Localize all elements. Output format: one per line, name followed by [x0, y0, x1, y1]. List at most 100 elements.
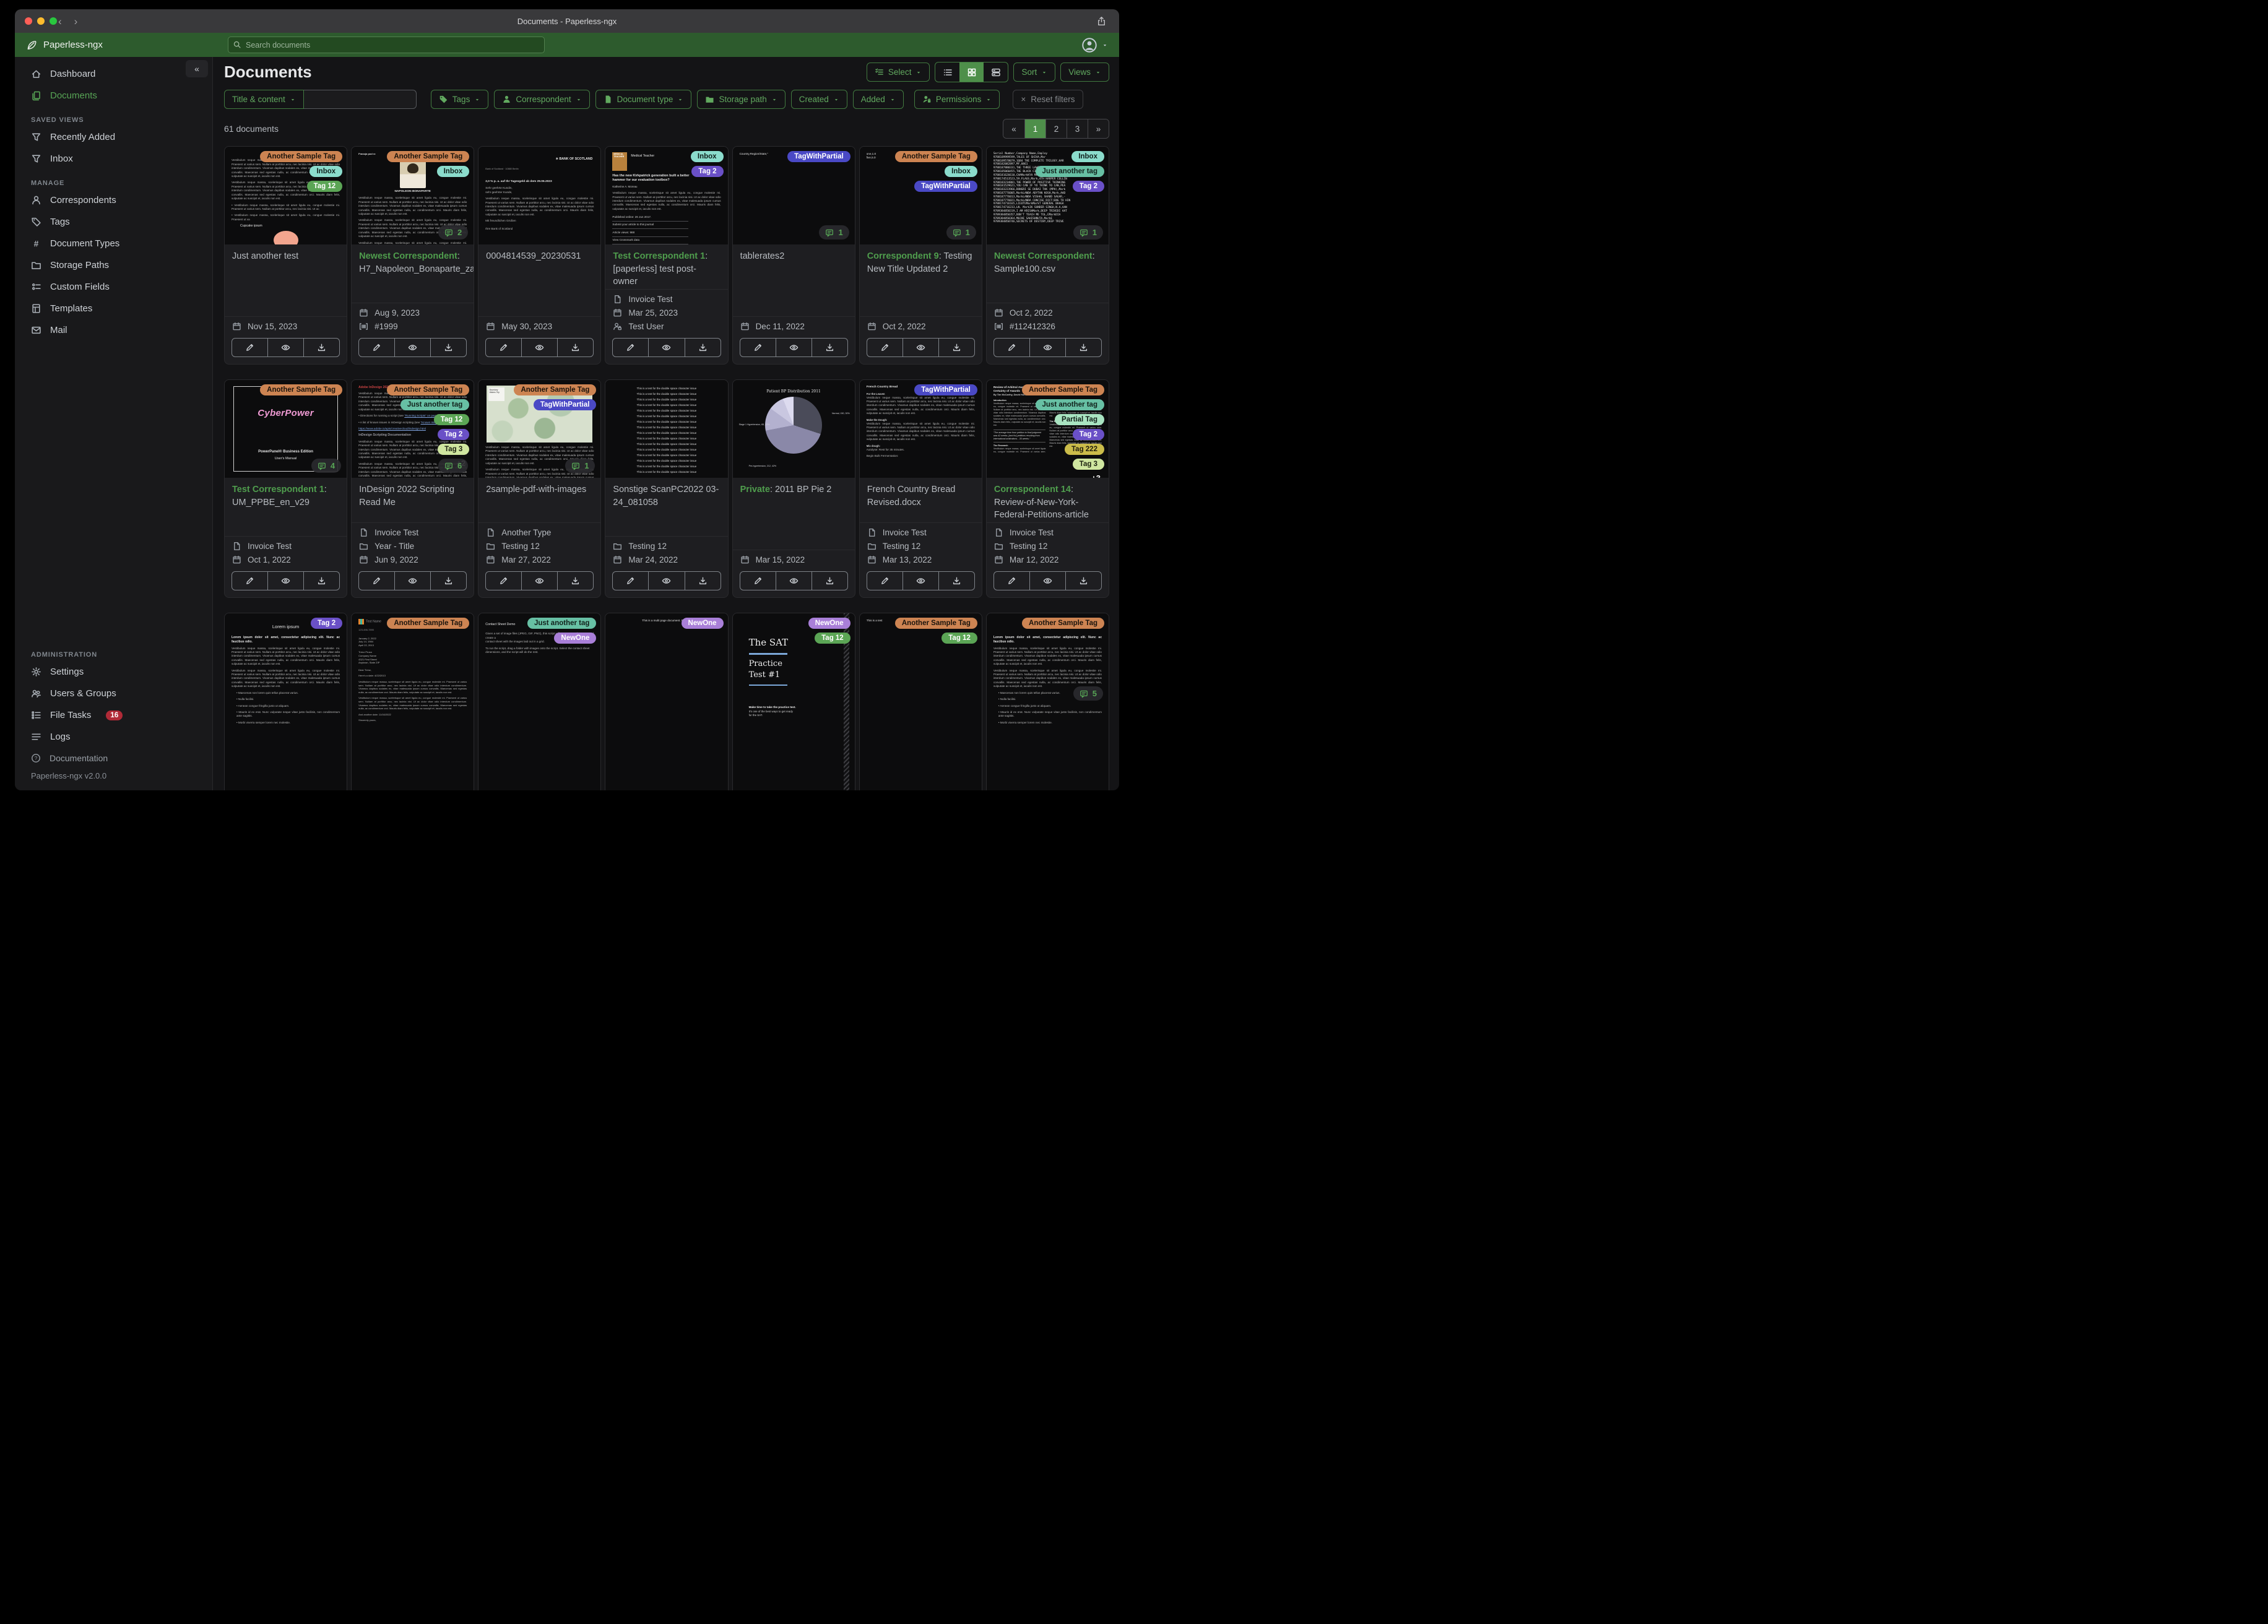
download-document-button[interactable] — [938, 571, 975, 590]
tag-badge[interactable]: Another Sample Tag — [894, 151, 977, 162]
notes-badge[interactable]: 6 — [438, 459, 469, 473]
tag-badge[interactable]: Partial Tag — [1055, 414, 1104, 425]
zoom-window-button[interactable] — [50, 17, 57, 25]
tag-badge[interactable]: Tag 3 — [1072, 459, 1104, 470]
correspondent-link[interactable]: Test Correspondent 1 — [613, 251, 705, 261]
document-card[interactable]: This is a test for the double space char… — [605, 379, 729, 598]
sidebar-item-document-types[interactable]: # Document Types — [15, 233, 212, 254]
view-list-button[interactable] — [935, 63, 959, 82]
title-content-filter-input[interactable] — [303, 90, 417, 109]
sidebar-item-storage-paths[interactable]: Storage Paths — [15, 254, 212, 276]
edit-document-button[interactable] — [485, 338, 522, 357]
document-thumbnail[interactable]: Patient BP Distribution 2011 Normal, 150,… — [732, 380, 855, 478]
document-card[interactable]: Adobe InDesign 2022Vestibulum neque mass… — [351, 379, 475, 598]
notes-badge[interactable]: 4 — [311, 459, 342, 473]
tag-badge[interactable]: NewOne — [808, 618, 850, 629]
tag-badge[interactable]: TagWithPartial — [533, 399, 597, 410]
edit-document-button[interactable] — [993, 338, 1030, 357]
document-card[interactable]: Serial Number,Company Name,Employ 9788189… — [985, 146, 1109, 365]
document-title-link[interactable]: Newest Correspondent: Sample100.csv — [987, 244, 1109, 282]
sidebar-item-templates[interactable]: Templates — [15, 298, 212, 319]
tag-badge[interactable]: Another Sample Tag — [387, 384, 470, 395]
page-button-3[interactable]: 3 — [1067, 119, 1088, 138]
sidebar-item-settings[interactable]: Settings — [15, 661, 212, 683]
document-card[interactable]: Contact Sheet Demo Given a set of image f… — [478, 613, 602, 790]
view-document-button[interactable] — [394, 338, 431, 357]
filter-added-button[interactable]: Added — [852, 90, 904, 109]
document-title-link[interactable]: Just another test — [225, 244, 347, 282]
sidebar-item-documentation[interactable]: ? Documentation — [15, 748, 212, 769]
edit-document-button[interactable] — [739, 571, 776, 590]
tag-badge[interactable]: Tag 12 — [306, 181, 343, 192]
sidebar-item-correspondents[interactable]: Correspondents — [15, 189, 212, 211]
document-card[interactable]: This is a test Another Sample Tag Tag 12 — [859, 613, 982, 790]
document-thumbnail[interactable]: This is a multi page document. Page 1. Ne… — [605, 613, 728, 790]
tag-badge[interactable]: Tag 12 — [815, 633, 850, 644]
download-document-button[interactable] — [557, 338, 594, 357]
download-document-button[interactable] — [303, 571, 340, 590]
view-document-button[interactable] — [902, 338, 939, 357]
tag-badge[interactable]: Another Sample Tag — [514, 384, 597, 395]
document-title-link[interactable]: Correspondent 14: Review-of-New-York-Fed… — [987, 478, 1109, 522]
back-button[interactable]: ‹ — [58, 16, 62, 27]
sidebar-item-logs[interactable]: Logs — [15, 726, 212, 748]
download-document-button[interactable] — [430, 571, 467, 590]
filter-storage-path-button[interactable]: Storage path — [697, 90, 786, 109]
edit-document-button[interactable] — [485, 571, 522, 590]
edit-document-button[interactable] — [739, 338, 776, 357]
document-title-link[interactable]: 2sample-pdf-with-images — [478, 478, 600, 515]
document-thumbnail[interactable]: Test Name 123-456-7890 January 2, 2022 July… — [352, 613, 474, 790]
download-document-button[interactable] — [1065, 338, 1102, 357]
document-title-link[interactable]: Sonstige ScanPC2022 03-24_081058 — [605, 478, 727, 515]
sidebar-item-users-groups[interactable]: Users & Groups — [15, 683, 212, 704]
document-card[interactable]: French Country Bread For the Leaven Vestib… — [859, 379, 982, 598]
document-card[interactable]: Country,Region/State," TagWithPartial 1 tab… — [732, 146, 855, 365]
download-document-button[interactable] — [430, 338, 467, 357]
tag-badge[interactable]: TagWithPartial — [787, 151, 850, 162]
tag-badge[interactable]: Tag 2 — [438, 429, 470, 440]
view-document-button[interactable] — [1029, 338, 1066, 357]
filter-tags-button[interactable]: Tags — [430, 90, 489, 109]
view-document-button[interactable] — [775, 338, 812, 357]
tag-badge[interactable]: Another Sample Tag — [260, 151, 343, 162]
tag-badge[interactable]: Just another tag — [527, 618, 597, 629]
user-menu[interactable] — [1081, 37, 1108, 53]
tag-badge[interactable]: NewOne — [681, 618, 724, 629]
document-title-link[interactable]: Private: 2011 BP Pie 2 — [733, 478, 855, 515]
document-thumbnail[interactable]: one,1.0 five,5.0 Another Sample Tag Inbox Ta… — [859, 147, 982, 244]
notes-badge[interactable]: 1 — [565, 459, 595, 473]
document-card[interactable]: Lorem ipsumLorem ipsum dolor sit amet, c… — [224, 613, 348, 790]
download-document-button[interactable] — [303, 338, 340, 357]
document-thumbnail[interactable]: Adobe Acrobat PDF FilesVestibulum neque … — [225, 147, 347, 244]
document-card[interactable]: This is a multi page document. Page 1. Ne… — [605, 613, 729, 790]
download-document-button[interactable] — [684, 571, 721, 590]
notes-badge[interactable]: 2 — [438, 225, 469, 240]
document-thumbnail[interactable]: Lorem ipsumLorem ipsum dolor sit amet, c… — [225, 613, 347, 790]
notes-badge[interactable]: 1 — [946, 225, 976, 240]
tag-badge[interactable]: Inbox — [436, 166, 470, 177]
document-thumbnail[interactable]: ✳ BANK OF SCOTLAND Bank of Scotland · 108… — [478, 147, 601, 244]
document-thumbnail[interactable]: Lorem ipsumLorem ipsum dolor sit amet, c… — [986, 613, 1109, 790]
forward-button[interactable]: › — [74, 16, 78, 27]
edit-document-button[interactable] — [358, 571, 396, 590]
tag-badge[interactable]: Another Sample Tag — [1022, 618, 1104, 629]
sidebar-collapse-button[interactable]: « — [186, 60, 208, 77]
document-title-link[interactable]: Correspondent 9: Testing New Title Updat… — [860, 244, 982, 282]
view-document-button[interactable] — [521, 571, 558, 590]
view-details-button[interactable] — [984, 63, 1008, 82]
tag-badge[interactable]: TagWithPartial — [914, 181, 977, 192]
correspondent-link[interactable]: Test Correspondent 1 — [232, 485, 324, 495]
notes-badge[interactable]: 1 — [819, 225, 849, 240]
tag-badge[interactable]: Inbox — [1071, 151, 1104, 162]
document-card[interactable]: The SAT Practice Test #1 Make time to take … — [732, 613, 855, 790]
tag-badge[interactable]: Tag 2 — [1072, 429, 1104, 440]
document-thumbnail[interactable]: Adobe InDesign 2022Vestibulum neque mass… — [352, 380, 474, 478]
page-button-1[interactable]: 1 — [1024, 119, 1045, 138]
tag-badge[interactable]: Tag 222 — [1065, 444, 1104, 455]
share-icon[interactable] — [1096, 16, 1107, 27]
correspondent-link[interactable]: Correspondent 14 — [994, 485, 1071, 495]
view-grid-button[interactable] — [959, 63, 984, 82]
document-card[interactable]: one,1.0 five,5.0 Another Sample Tag Inbox Ta… — [859, 146, 982, 365]
document-card[interactable]: CyberPower PowerPanel® Business Edition Us… — [224, 379, 348, 598]
document-thumbnail[interactable]: The SAT Practice Test #1 Make time to take … — [732, 613, 855, 790]
